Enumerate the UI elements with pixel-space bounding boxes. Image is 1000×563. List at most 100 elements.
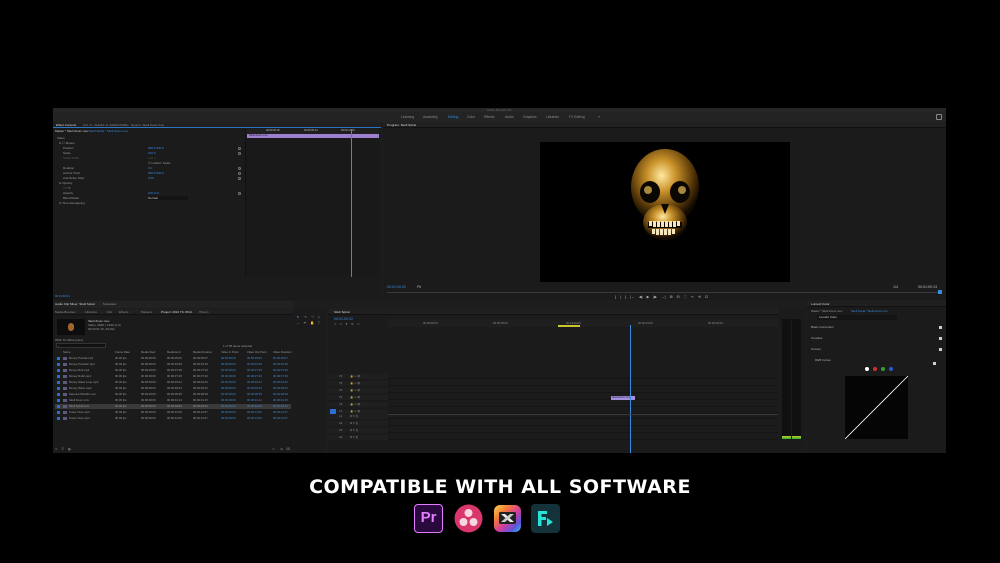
tab-project[interactable]: Project: 2021 TC WCA: [161, 309, 192, 315]
track-toggle-icons[interactable]: 🔒 ▭ 👁: [350, 389, 360, 392]
reset-icon[interactable]: [238, 177, 241, 180]
trash-icon[interactable]: ⌫: [286, 447, 290, 451]
tab-effects[interactable]: Effects: [119, 309, 128, 315]
video-track[interactable]: V5 🔒 ▭ 👁: [328, 381, 778, 386]
icon-view-icon[interactable]: ▦: [68, 447, 71, 451]
ec-row-time-remapping[interactable]: fx Time Remapping: [59, 201, 85, 205]
go-to-in-icon[interactable]: |←: [630, 295, 635, 299]
video-track[interactable]: V3 🔒 ▭ 👁: [328, 395, 778, 400]
col-video-in[interactable]: Video In Point: [221, 350, 246, 355]
program-scrub-bar[interactable]: [387, 292, 942, 293]
track-toggle-icons[interactable]: M S 🎙: [350, 415, 359, 418]
track-toggle-icons[interactable]: M S 🎙: [350, 429, 359, 432]
workspace-libraries[interactable]: Libraries: [546, 114, 559, 120]
label-color-swatch[interactable]: [57, 405, 60, 408]
source-patch[interactable]: [330, 421, 336, 426]
workspace-editing[interactable]: Editing: [448, 114, 458, 120]
uniform-scale-checkbox[interactable]: ☑ Uniform Scale: [148, 161, 170, 165]
rgb-curve-graph[interactable]: [844, 375, 909, 440]
source-patch[interactable]: [330, 388, 336, 393]
wrench-icon[interactable]: ⚙: [351, 322, 354, 326]
lumetri-curves[interactable]: Curves: [811, 347, 942, 352]
project-search-input[interactable]: ⌕: [56, 343, 106, 348]
tab-markers[interactable]: Markers: [141, 309, 152, 315]
ec-opacity-value[interactable]: 100.0 %: [148, 191, 159, 195]
video-track[interactable]: V6 🔒 ▭ 👁: [328, 374, 778, 379]
label-color-swatch[interactable]: [57, 399, 60, 402]
source-patch[interactable]: [330, 428, 336, 433]
tab-program[interactable]: Program: Skull Spiral: [387, 122, 416, 128]
program-fit-select[interactable]: Fit: [417, 285, 421, 289]
reset-icon[interactable]: [238, 147, 241, 150]
project-item-row[interactable]: Money Roll2.mp4 30.00 fps 00:00:00:00 00:00…: [55, 374, 291, 379]
reset-icon[interactable]: [238, 192, 241, 195]
workspace-fx-editing[interactable]: FX Editing: [569, 114, 585, 120]
workspace-graphics[interactable]: Graphics: [523, 114, 537, 120]
project-item-row[interactable]: Money Portals.mp4 30.00 fps 00:00:00:00 00:…: [55, 356, 291, 361]
track-toggle-icons[interactable]: 🔒 ▭ 👁: [350, 403, 360, 406]
program-quality-select[interactable]: 1/4: [893, 285, 898, 289]
video-track[interactable]: V4 🔒 ▭ 👁: [328, 388, 778, 393]
source-patch[interactable]: [330, 381, 336, 386]
section-enable-checkbox[interactable]: [939, 326, 942, 329]
source-patch[interactable]: [330, 402, 336, 407]
col-frame-rate[interactable]: Frame Rate: [115, 350, 140, 355]
source-patch[interactable]: [330, 374, 336, 379]
col-video-duration[interactable]: Video Duration: [273, 350, 293, 355]
source-patch[interactable]: [330, 414, 336, 419]
add-marker-icon[interactable]: ▼: [345, 322, 348, 326]
captions-icon[interactable]: ▭: [357, 322, 360, 326]
workspace-more-button[interactable]: »: [598, 114, 600, 120]
track-toggle-icons[interactable]: 🔒 ▭ 👁: [350, 396, 360, 399]
audio-track[interactable]: A4 M S 🎙: [328, 435, 778, 440]
tab-lumetri-color[interactable]: Lumetri Color: [811, 301, 830, 307]
col-media-start[interactable]: Media Start: [141, 350, 166, 355]
trim-icon[interactable]: ✂: [691, 295, 694, 299]
work-area-bar[interactable]: [558, 325, 580, 327]
ec-row-motion[interactable]: fx ☐ Motion: [59, 141, 75, 145]
label-color-swatch[interactable]: [57, 363, 60, 366]
project-item-row[interactable]: Tower Fires.mp4 30.00 fps 00:00:00:00 00:00…: [55, 416, 291, 421]
write-lock-icon[interactable]: ✎: [55, 447, 58, 451]
project-item-row[interactable]: Samurai Wind01.mov 30.00 fps 00:00:00:00 00…: [55, 392, 291, 397]
workspace-learning[interactable]: Learning: [401, 114, 414, 120]
label-color-swatch[interactable]: [57, 369, 60, 372]
mark-in-icon[interactable]: {: [615, 295, 616, 299]
label-color-swatch[interactable]: [57, 393, 60, 396]
tab-sequence[interactable]: Skull Spiral: [334, 309, 349, 315]
tab-media-browser[interactable]: Media Browser: [55, 309, 76, 315]
loop-icon[interactable]: ⟲: [698, 295, 701, 299]
ec-mini-timeline[interactable]: 00:00:00:00 00:00:05:12 00:00:11:00 Skul…: [245, 129, 379, 277]
curve-channel-green[interactable]: [881, 367, 885, 371]
track-toggle-icons[interactable]: M S 🎙: [350, 422, 359, 425]
ec-anchor-value[interactable]: 960.0 540.0: [148, 171, 164, 175]
label-color-swatch[interactable]: [57, 417, 60, 420]
mark-out-icon[interactable]: }: [625, 295, 626, 299]
workspace-effects[interactable]: Effects: [484, 114, 494, 120]
curve-channel-blue[interactable]: [889, 367, 893, 371]
tab-info[interactable]: Info: [107, 309, 112, 315]
timeline-clip[interactable]: Skull Zoom.mov: [611, 396, 635, 400]
ec-row-opacity-group[interactable]: fx Opacity: [59, 181, 72, 185]
timeline-timecode[interactable]: 00:01:00:02: [334, 317, 353, 321]
curve-channel-luma[interactable]: [865, 367, 869, 371]
col-name[interactable]: Name: [63, 350, 113, 355]
video-track[interactable]: V2 🔒 ▭ 👁: [328, 402, 778, 407]
tab-audio-clip-mixer[interactable]: Audio Clip Mixer: Skull Spiral: [55, 301, 95, 307]
audio-track[interactable]: A2 M S 🎙: [328, 421, 778, 426]
label-color-swatch[interactable]: [57, 375, 60, 378]
linked-selection-icon[interactable]: ⊃: [340, 322, 343, 326]
timeline-playhead[interactable]: [630, 325, 631, 453]
reset-icon[interactable]: [238, 152, 241, 155]
go-to-out-icon[interactable]: →|: [661, 295, 666, 299]
lumetri-effect-select[interactable]: Lumetri Color: [817, 315, 897, 320]
project-item-row[interactable]: Money Roll.mp4 30.00 fps 00:00:00:00 00:00:…: [55, 368, 291, 373]
new-item-icon[interactable]: ⊞: [280, 447, 283, 451]
program-playhead-marker[interactable]: [938, 290, 942, 294]
lumetri-basic-correction[interactable]: Basic Correction: [811, 325, 942, 330]
ec-position-value[interactable]: 960.0 540.0: [148, 146, 164, 150]
extract-icon[interactable]: ⊟: [677, 295, 680, 299]
label-color-swatch[interactable]: [57, 381, 60, 384]
pen-tool-icon[interactable]: ✒: [303, 321, 307, 325]
track-toggle-icons[interactable]: 🔒 ▭ 👁: [350, 382, 360, 385]
